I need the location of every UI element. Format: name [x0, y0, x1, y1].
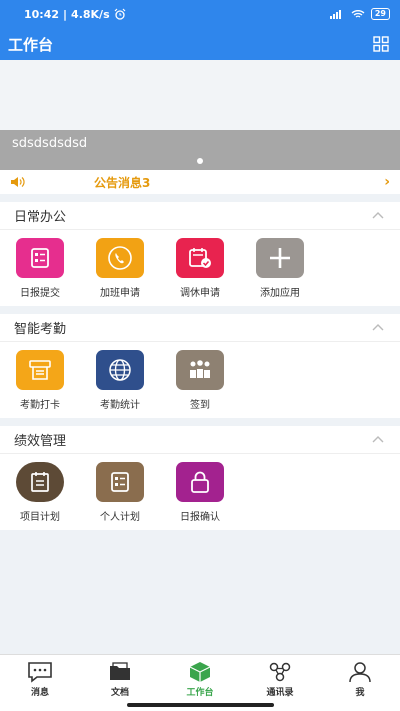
home-indicator[interactable] — [127, 703, 274, 707]
chevron-up-icon — [372, 435, 384, 442]
calendar-check-icon — [176, 238, 224, 278]
section-title: 日常办公 — [14, 210, 67, 225]
id-card-icon — [96, 462, 144, 502]
globe-icon — [96, 350, 144, 390]
app-label: 考勤统计 — [100, 400, 140, 411]
app-label: 个人计划 — [100, 512, 140, 523]
title-bar: 工作台 — [0, 28, 400, 60]
announcement-text: 公告消息3 — [94, 175, 151, 190]
battery-level: 29 — [370, 8, 390, 20]
section-title: 智能考勤 — [14, 322, 67, 337]
section-title: 绩效管理 — [14, 434, 67, 449]
tab-me[interactable]: 我 — [320, 655, 400, 711]
app-add-application[interactable]: 添加应用 — [240, 238, 320, 299]
section-header[interactable]: 日常办公 — [0, 202, 400, 230]
message-icon — [28, 662, 52, 683]
user-icon — [349, 662, 371, 683]
scan-grid-button[interactable] — [370, 33, 392, 55]
banner-caption: sdsdsdsdsd — [0, 130, 400, 170]
lock-icon — [176, 462, 224, 502]
contacts-icon — [269, 662, 291, 682]
wifi-icon — [351, 10, 365, 18]
section-smart-attendance: 智能考勤 考勤打卡 考勤统计 签到 — [0, 314, 400, 418]
chevron-up-icon — [372, 211, 384, 218]
app-overtime-request[interactable]: 加班申请 — [80, 238, 160, 299]
banner-carousel[interactable]: sdsdsdsdsd — [0, 60, 400, 170]
page-title: 工作台 — [8, 35, 54, 54]
tab-messages[interactable]: 消息 — [0, 655, 80, 711]
status-time: 10:42 — [24, 7, 60, 21]
section-performance: 绩效管理 项目计划 个人计划 日报确认 — [0, 426, 400, 530]
app-label: 添加应用 — [260, 288, 300, 299]
network-speed: 4.8K/s — [71, 7, 110, 21]
grid-icon — [373, 36, 389, 52]
app-project-plan[interactable]: 项目计划 — [0, 462, 80, 523]
app-label: 日报提交 — [20, 288, 60, 299]
app-report-confirm[interactable]: 日报确认 — [160, 462, 240, 523]
app-label: 考勤打卡 — [20, 400, 60, 411]
app-personal-plan[interactable]: 个人计划 — [80, 462, 160, 523]
chevron-up-icon — [372, 323, 384, 330]
section-header[interactable]: 智能考勤 — [0, 314, 400, 342]
app-label: 项目计划 — [20, 512, 60, 523]
app-label: 日报确认 — [180, 512, 220, 523]
carousel-indicator — [197, 158, 203, 164]
app-attendance-stats[interactable]: 考勤统计 — [80, 350, 160, 411]
chevron-right-icon: › — [384, 174, 390, 190]
alarm-icon — [114, 8, 126, 20]
signal-icon — [329, 10, 341, 19]
group-icon — [176, 350, 224, 390]
app-leave-request[interactable]: 调休申请 — [160, 238, 240, 299]
folder-icon — [110, 662, 130, 680]
section-daily-office: 日常办公 日报提交 加班申请 调休申请 添加应用 — [0, 202, 400, 306]
announcement-bar[interactable]: 公告消息3 › — [0, 170, 400, 194]
speaker-icon — [11, 177, 25, 187]
clipboard-icon — [16, 462, 64, 502]
app-attendance-punch[interactable]: 考勤打卡 — [0, 350, 80, 411]
cube-icon — [189, 662, 211, 682]
app-label: 调休申请 — [180, 288, 220, 299]
punch-card-icon — [16, 350, 64, 390]
app-daily-report[interactable]: 日报提交 — [0, 238, 80, 299]
status-bar: 10:42 | 4.8K/s 29 — [0, 0, 400, 28]
plus-icon — [256, 238, 304, 278]
report-icon — [16, 238, 64, 278]
phone-icon — [96, 238, 144, 278]
app-sign-in[interactable]: 签到 — [160, 350, 240, 411]
section-header[interactable]: 绩效管理 — [0, 426, 400, 454]
app-label: 加班申请 — [100, 288, 140, 299]
app-label: 签到 — [190, 400, 210, 411]
